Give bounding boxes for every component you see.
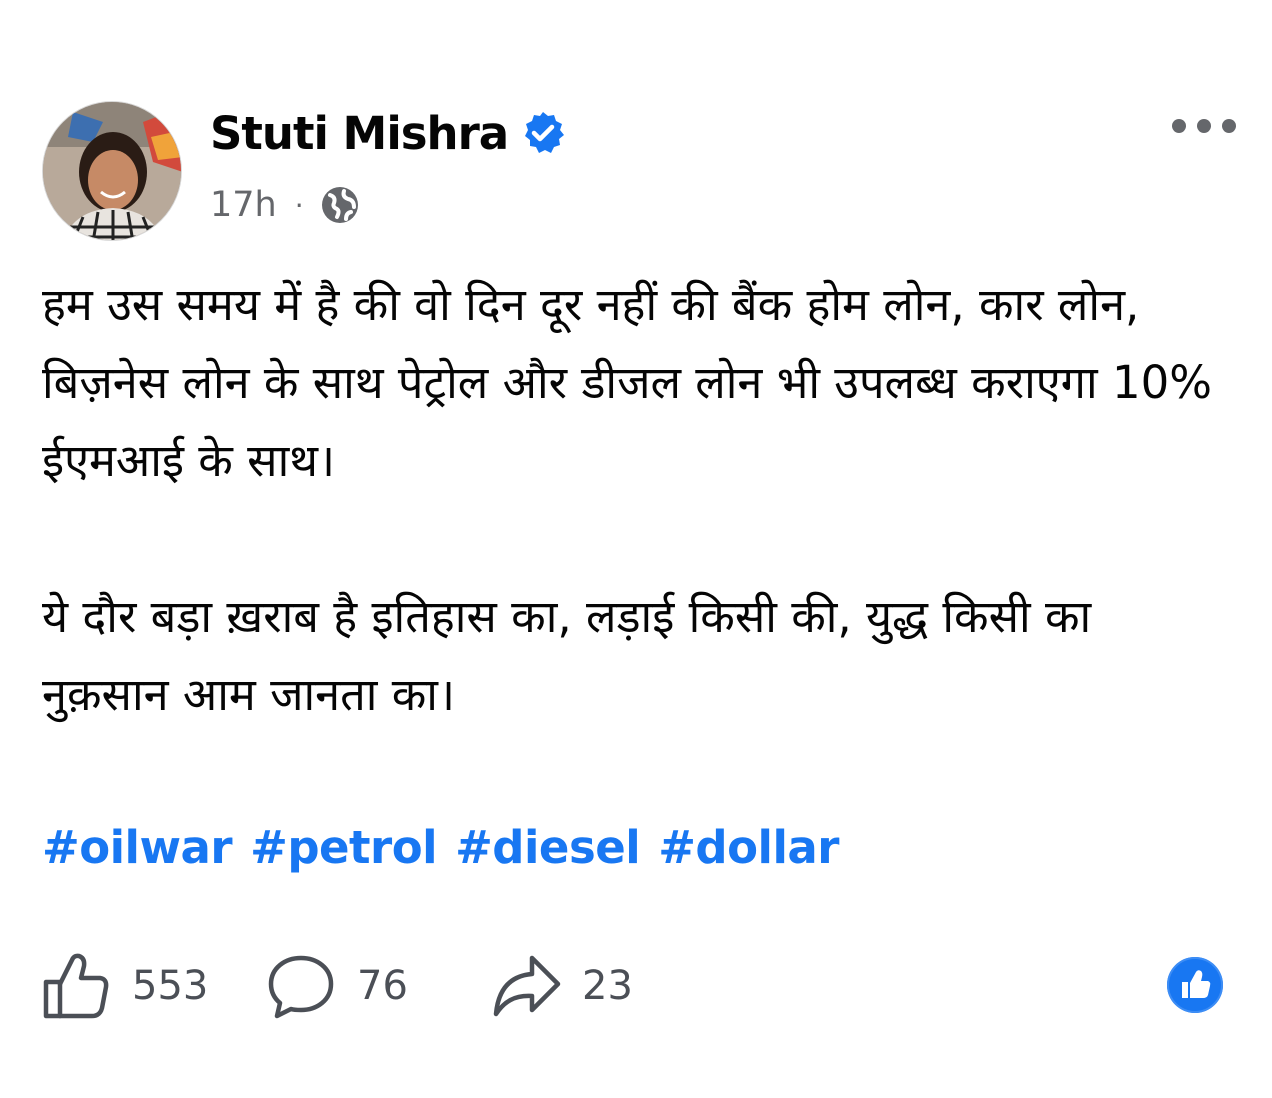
author-name[interactable]: Stuti Mishra xyxy=(210,107,509,160)
globe-icon[interactable] xyxy=(320,185,360,225)
post-card: Stuti Mishra 17h · हम उस समय में है की व… xyxy=(0,0,1272,1098)
comment-button[interactable]: 76 xyxy=(265,950,490,1022)
post-actions: 553 76 23 xyxy=(40,950,633,1022)
meta-separator: · xyxy=(294,188,304,222)
like-button[interactable]: 553 xyxy=(40,950,265,1022)
more-options-icon xyxy=(1172,119,1236,133)
post-meta: 17h · xyxy=(210,180,360,230)
share-icon xyxy=(493,955,561,1017)
post-timestamp[interactable]: 17h xyxy=(210,185,277,225)
more-options-button[interactable] xyxy=(1164,106,1244,146)
hashtag-oilwar[interactable]: #oilwar xyxy=(42,821,233,874)
hashtag-diesel[interactable]: #diesel xyxy=(455,821,641,874)
share-count: 23 xyxy=(582,963,633,1009)
hashtag-petrol[interactable]: #petrol xyxy=(250,821,437,874)
post-paragraph-1: हम उस समय में है की वो दिन दूर नहीं की ब… xyxy=(42,278,1227,487)
hashtag-list: #oilwar #petrol #diesel #dollar xyxy=(42,812,839,882)
post-paragraph-2: ये दौर बड़ा ख़राब है इतिहास का, लड़ाई कि… xyxy=(42,590,1120,721)
hashtag-dollar[interactable]: #dollar xyxy=(658,821,839,874)
share-button[interactable]: 23 xyxy=(490,950,633,1022)
verified-badge-icon xyxy=(520,110,566,156)
author-avatar[interactable] xyxy=(42,101,182,241)
comment-count: 76 xyxy=(357,963,408,1009)
comment-icon xyxy=(268,955,334,1019)
like-reaction-icon[interactable] xyxy=(1166,956,1224,1014)
author-header: Stuti Mishra xyxy=(210,102,566,164)
thumbs-up-icon xyxy=(43,953,109,1019)
like-count: 553 xyxy=(132,963,209,1009)
